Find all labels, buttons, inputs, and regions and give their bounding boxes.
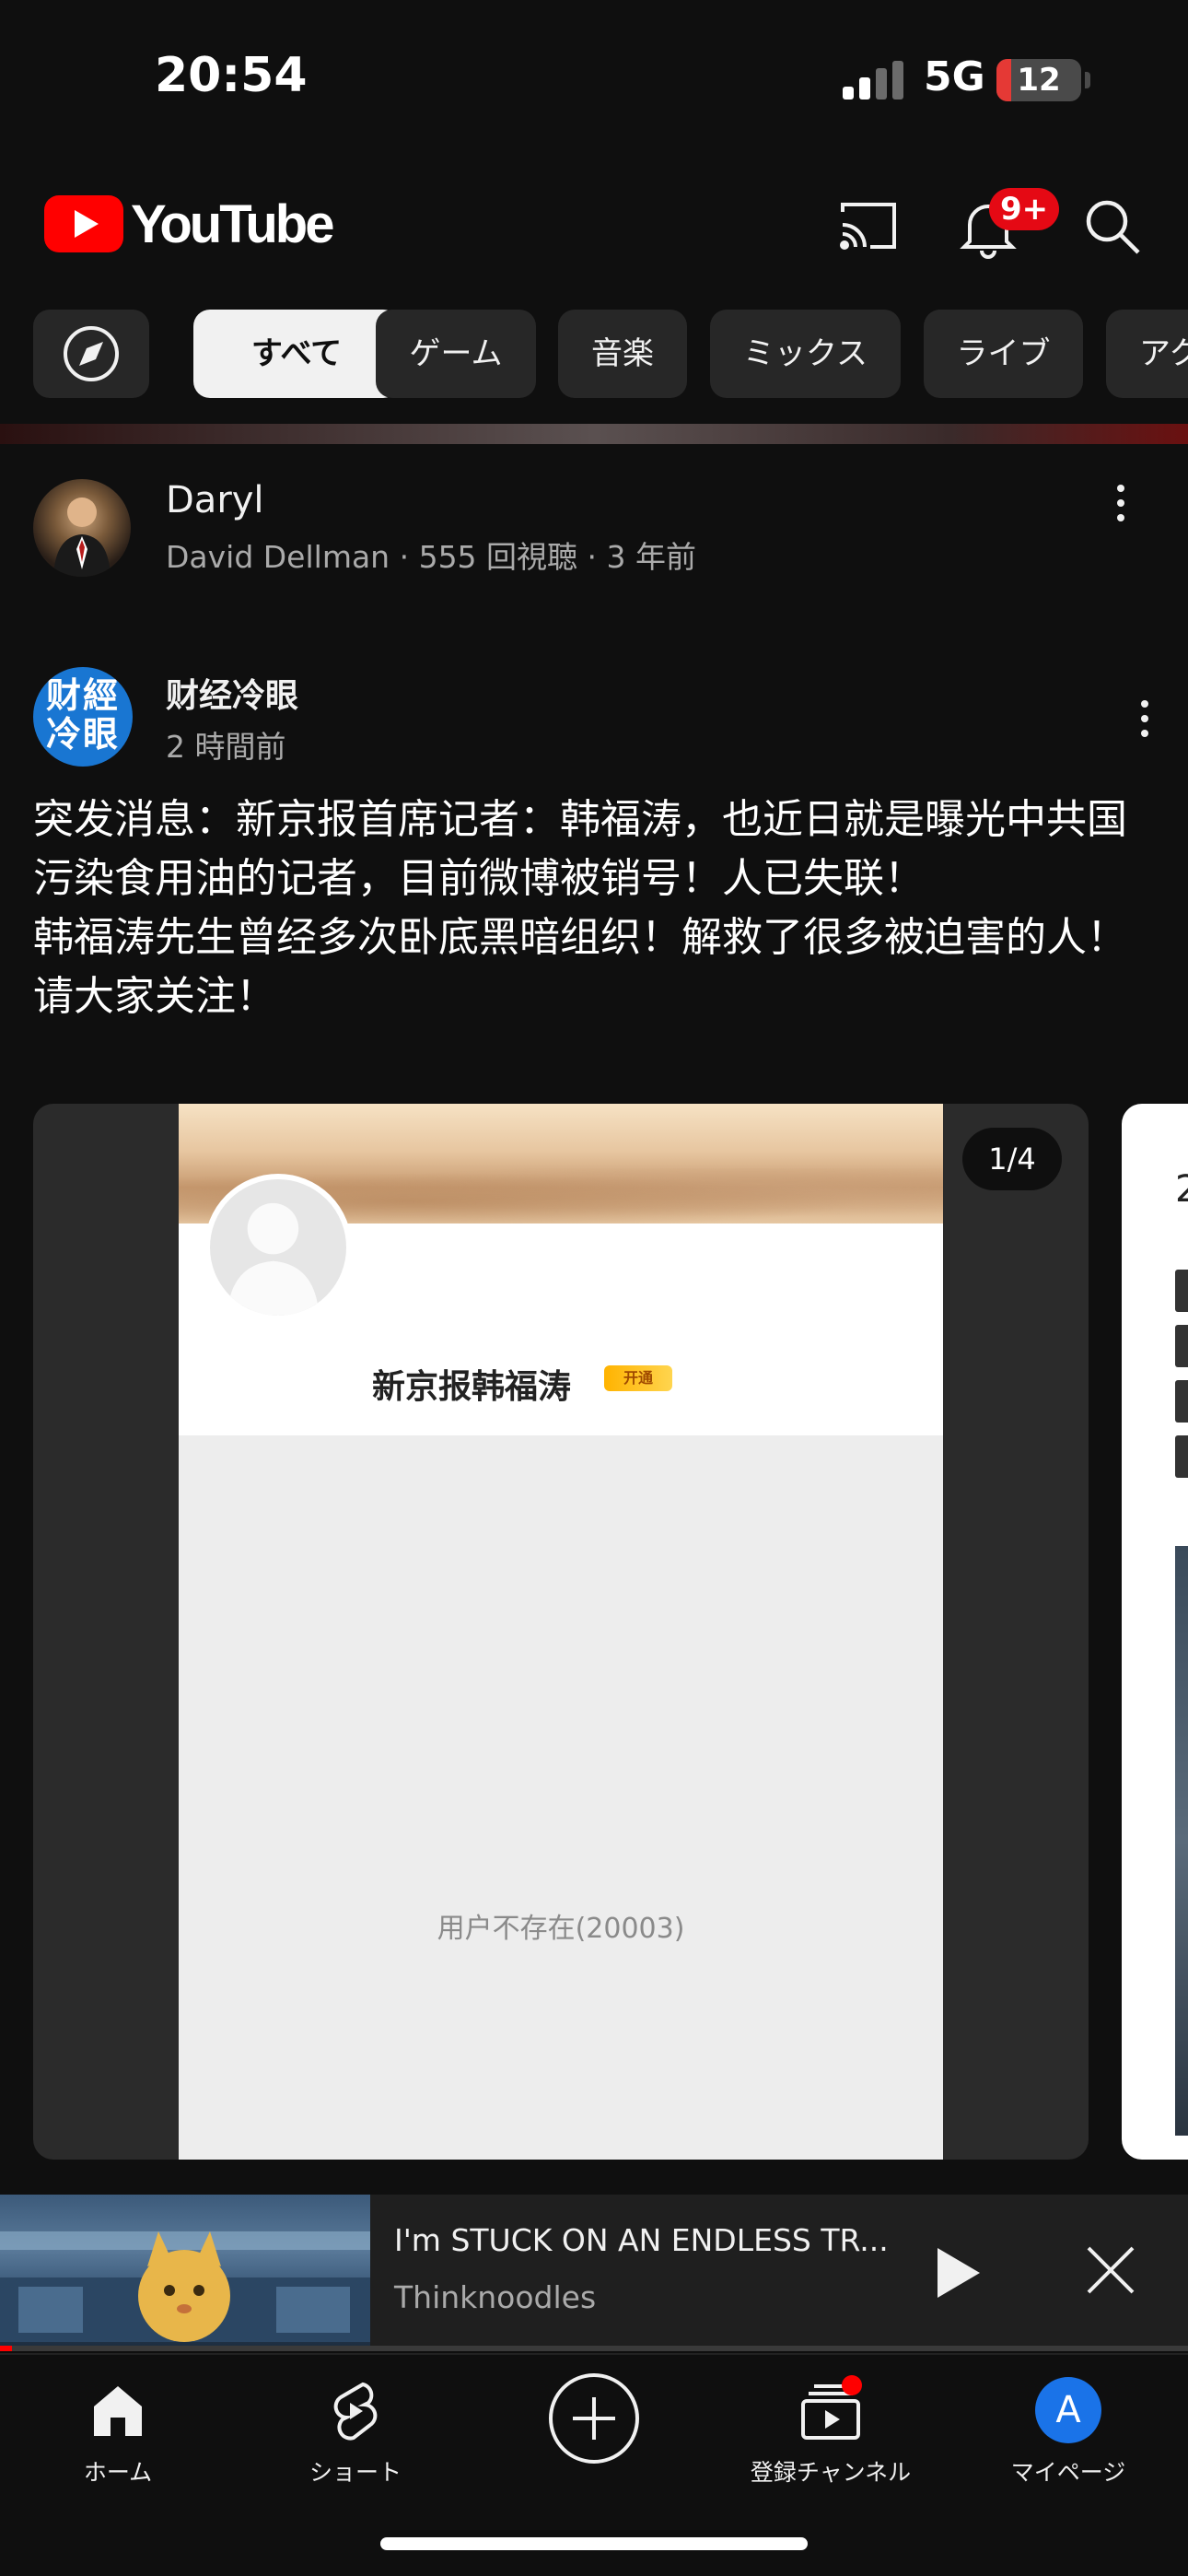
avatar: A <box>1035 2377 1101 2443</box>
post-body: 突发消息：新京报首席记者：韩福涛，也近日就是曝光中共国污染食用油的记者，目前微博… <box>33 790 1157 1026</box>
vip-badge: 开通 <box>604 1365 672 1391</box>
next-image-card[interactable]: 2 <box>1122 1104 1188 2160</box>
nav-shorts-label: ショート <box>309 2459 402 2486</box>
text-fragment <box>1175 1325 1188 1367</box>
nav-home-label: ホーム <box>83 2459 153 2486</box>
kebab-menu-icon[interactable] <box>1101 475 1138 531</box>
status-time: 20:54 <box>155 48 308 103</box>
signal-icon <box>843 61 903 100</box>
previous-video-thumbnail[interactable] <box>0 424 1188 444</box>
close-icon[interactable] <box>1083 2242 1138 2298</box>
nav-you-label: マイページ <box>1010 2459 1126 2486</box>
battery-nub <box>1085 72 1090 88</box>
avatar-text: 财經 冷眼 <box>45 674 120 755</box>
notification-badge: 9+ <box>989 188 1060 230</box>
nav-home[interactable]: ホーム <box>26 2375 210 2513</box>
post-image: 新京报韩福涛 开通 用户不存在(20003) <box>179 1104 943 2160</box>
post-image-card[interactable]: 新京报韩福涛 开通 用户不存在(20003) <box>33 1104 1089 2160</box>
post-time: 2 時間前 <box>166 729 286 765</box>
chip-music[interactable]: 音楽 <box>558 310 687 398</box>
post-channel-name[interactable]: 财经冷眼 <box>166 669 298 717</box>
shorts-icon <box>333 2382 378 2441</box>
chip-live[interactable]: ライブ <box>924 310 1083 398</box>
chip-action[interactable]: アク <box>1106 310 1188 398</box>
nav-subscriptions-label: 登録チャンネル <box>750 2459 912 2486</box>
kebab-menu-icon[interactable] <box>1125 691 1162 746</box>
compass-icon <box>64 326 119 381</box>
network-label: 5G <box>924 53 985 100</box>
new-content-dot <box>842 2375 862 2395</box>
filter-chips: すべて ゲーム 音楽 ミックス ライブ アク <box>0 308 1188 400</box>
nav-subscriptions[interactable]: 登録チャンネル <box>739 2375 923 2513</box>
post-paragraph: 请大家关注！ <box>33 973 276 1020</box>
channel-avatar[interactable] <box>33 479 131 577</box>
next-card-number: 2 <box>1175 1168 1188 1211</box>
explore-chip[interactable] <box>33 310 149 398</box>
mini-player-progress <box>0 2346 1188 2351</box>
play-icon[interactable] <box>930 2242 985 2303</box>
next-card-image <box>1175 1546 1188 2136</box>
create-icon[interactable] <box>549 2373 639 2464</box>
app-header: YouTube 9+ <box>0 175 1188 276</box>
youtube-wordmark[interactable]: YouTube <box>131 193 334 255</box>
post-channel-avatar[interactable]: 财經 冷眼 <box>33 667 133 767</box>
page-indicator: 1/4 <box>962 1128 1062 1190</box>
text-fragment <box>1175 1435 1188 1478</box>
mini-player[interactable]: I'm STUCK ON AN ENDLESS TR... Thinknoodl… <box>0 2195 1188 2351</box>
battery-percent: 12 <box>1017 62 1061 99</box>
search-icon[interactable] <box>1077 192 1147 262</box>
mini-player-title[interactable]: I'm STUCK ON AN ENDLESS TR... <box>394 2222 891 2258</box>
youtube-logo-icon[interactable] <box>44 195 123 252</box>
profile-name: 新京报韩福涛 <box>372 1368 572 1406</box>
post-paragraph: 突发消息：新京报首席记者：韩福涛，也近日就是曝光中共国污染食用油的记者，目前微博… <box>33 796 1127 902</box>
home-indicator[interactable] <box>380 2537 808 2550</box>
chip-mix[interactable]: ミックス <box>710 310 901 398</box>
battery-icon: 12 <box>996 59 1081 101</box>
text-fragment <box>1175 1380 1188 1423</box>
mini-player-thumbnail[interactable] <box>0 2195 370 2351</box>
home-icon <box>94 2386 142 2436</box>
chip-all[interactable]: すべて <box>193 310 400 398</box>
text-fragment <box>1175 1270 1188 1312</box>
mini-player-channel: Thinknoodles <box>394 2279 597 2315</box>
video-meta: David Dellman · 555 回視聴 · 3 年前 <box>166 539 697 575</box>
chip-gaming[interactable]: ゲーム <box>376 310 536 398</box>
nav-you[interactable]: A マイページ <box>976 2375 1160 2513</box>
status-bar: 20:54 5G 12 <box>0 0 1188 157</box>
nav-shorts[interactable]: ショート <box>263 2375 448 2513</box>
default-avatar-icon <box>204 1174 352 1321</box>
video-title[interactable]: Daryl <box>166 479 264 521</box>
cast-icon[interactable] <box>833 192 903 262</box>
post-paragraph: 韩福涛先生曾经多次卧底黑暗组织！解救了很多被迫害的人！ <box>33 914 1127 961</box>
user-not-found-message: 用户不存在(20003) <box>437 1913 685 1945</box>
